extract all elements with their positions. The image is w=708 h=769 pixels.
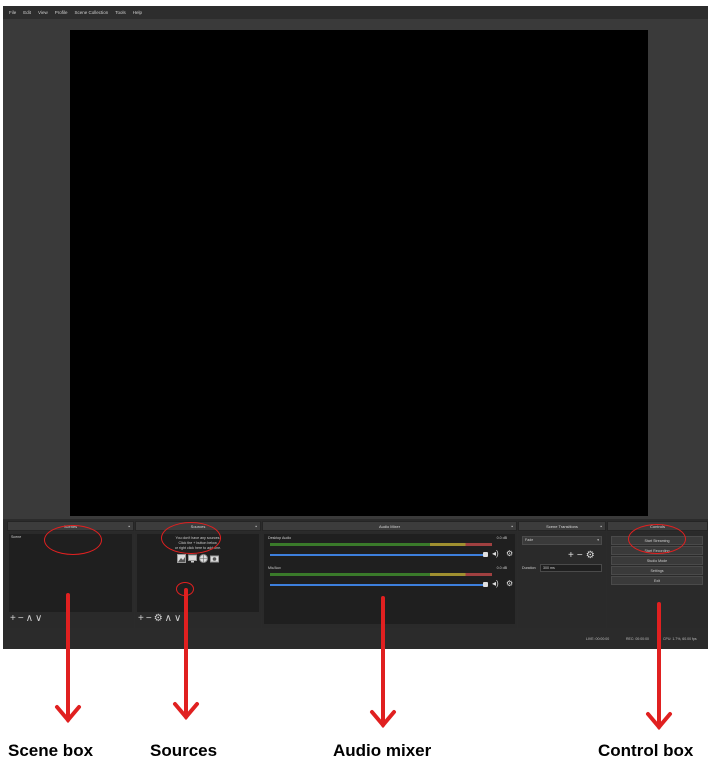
label-scene-box: Scene box: [8, 741, 94, 760]
annotation-arrows: [55, 588, 672, 731]
label-sources: Sources: [150, 741, 218, 760]
label-control-box: Control box: [598, 741, 694, 760]
label-audio-mixer: Audio mixer: [333, 741, 432, 760]
